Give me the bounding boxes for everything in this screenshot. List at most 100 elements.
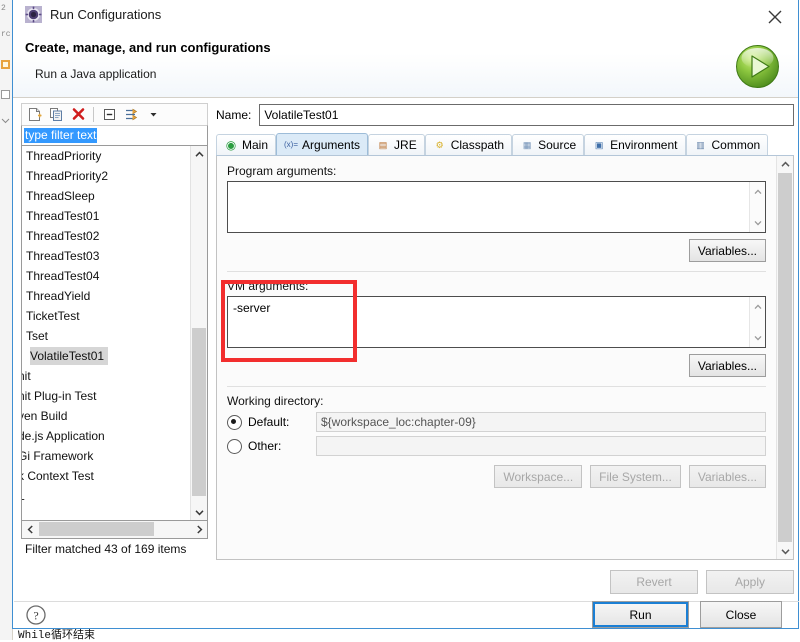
other-label: Other: xyxy=(248,439,282,453)
close-button[interactable]: Close xyxy=(700,601,782,628)
tree-item[interactable]: ven Build xyxy=(22,406,191,426)
name-label: Name: xyxy=(216,108,252,122)
scroll-up-icon[interactable] xyxy=(750,299,765,314)
classpath-icon: ⚙ xyxy=(435,139,444,150)
working-dir-variables-button[interactable]: Variables... xyxy=(688,465,766,488)
tree-item[interactable]: ThreadSleep xyxy=(22,186,191,206)
scroll-right-icon[interactable] xyxy=(191,521,207,537)
delete-red-x-icon[interactable] xyxy=(68,105,88,124)
tab-common[interactable]: ▥ Common xyxy=(685,134,769,155)
vm-variables-button[interactable]: Variables... xyxy=(688,354,766,377)
working-directory-default-row: Default: ${workspace_loc:chapter-09} xyxy=(227,411,766,433)
default-label: Default: xyxy=(248,415,290,429)
common-icon: ▥ xyxy=(696,139,705,150)
section-divider xyxy=(227,386,766,387)
program-arguments-buttons: Variables... xyxy=(227,239,766,262)
tree-scroll-thumb[interactable] xyxy=(192,328,206,496)
collapse-all-icon[interactable] xyxy=(99,105,119,124)
close-icon[interactable] xyxy=(764,6,786,28)
main-green-circle-icon: ◉ xyxy=(225,138,237,152)
chevron-down-icon[interactable] xyxy=(143,105,163,124)
other-directory-input[interactable] xyxy=(316,436,766,456)
tree-item-label-selected: VolatileTest01 xyxy=(30,347,109,365)
vm-arguments-label: VM arguments: xyxy=(227,279,309,293)
run-configurations-icon xyxy=(25,6,42,23)
run-button[interactable]: Run xyxy=(592,601,689,628)
file-system-button[interactable]: File System... xyxy=(590,465,681,488)
new-document-icon[interactable] xyxy=(24,105,44,124)
configurations-tree-list[interactable]: ThreadPriority ThreadPriority2 ThreadSleep… xyxy=(22,146,191,520)
tree-item[interactable]: ThreadTest03 xyxy=(22,246,191,266)
tree-item[interactable]: ThreadPriority2 xyxy=(22,166,191,186)
tree-item[interactable]: Gi Framework xyxy=(22,446,191,466)
tab-label: Main xyxy=(242,138,269,152)
working-directory-other-row: Other: xyxy=(227,435,766,457)
tree-item[interactable]: nit xyxy=(22,366,191,386)
revert-button[interactable]: Revert xyxy=(610,570,698,594)
scroll-down-icon[interactable] xyxy=(750,215,765,230)
tab-panel-scrollbar[interactable] xyxy=(776,156,793,559)
workspace-button[interactable]: Workspace... xyxy=(494,465,583,488)
vm-arguments-value: -server xyxy=(233,301,271,315)
apply-button[interactable]: Apply xyxy=(706,570,794,594)
hscroll-thumb[interactable] xyxy=(39,522,154,536)
arguments-variable-icon: (x)= xyxy=(284,140,299,149)
tree-horizontal-scrollbar[interactable] xyxy=(21,521,208,539)
tree-item[interactable]: TicketTest xyxy=(22,306,191,326)
green-run-play-icon xyxy=(735,44,780,89)
tree-item[interactable]: VolatileTest01 xyxy=(22,346,191,366)
tab-label: JRE xyxy=(394,138,417,152)
scroll-up-icon[interactable] xyxy=(777,156,793,172)
copy-icon[interactable] xyxy=(46,105,66,124)
tab-main[interactable]: ◉ Main xyxy=(216,134,277,155)
configuration-tabs[interactable]: ◉ Main (x)= Arguments ▤ JRE ⚙ Classpath ▦ Source ▣… xyxy=(216,133,794,156)
tree-item[interactable]: k Context Test xyxy=(22,466,191,486)
default-directory-value: ${workspace_loc:chapter-09} xyxy=(316,412,766,432)
toolbar-separator xyxy=(93,107,94,122)
tab-classpath[interactable]: ⚙ Classpath xyxy=(424,134,513,155)
jre-icon: ▤ xyxy=(378,139,388,150)
tab-label: Environment xyxy=(610,138,678,152)
scroll-up-icon[interactable] xyxy=(750,184,765,199)
tab-arguments[interactable]: (x)= Arguments xyxy=(276,133,369,155)
tree-item[interactable]: ThreadTest02 xyxy=(22,226,191,246)
scroll-left-icon[interactable] xyxy=(22,521,38,537)
program-arguments-field[interactable] xyxy=(227,181,766,233)
tree-item[interactable]: nit Plug-in Test xyxy=(22,386,191,406)
tree-item[interactable]: ThreadTest01 xyxy=(22,206,191,226)
tree-item[interactable]: de.js Application xyxy=(22,426,191,446)
default-radio[interactable] xyxy=(227,414,242,430)
gutter-chevron-icon xyxy=(1,114,10,124)
arguments-content: Program arguments: Variables... VM argum… xyxy=(217,156,776,559)
vm-arguments-field[interactable]: -server xyxy=(227,296,766,348)
tab-environment[interactable]: ▣ Environment xyxy=(584,134,686,155)
page-title: Create, manage, and run configurations xyxy=(25,40,271,55)
tree-item[interactable]: ThreadPriority xyxy=(22,146,191,166)
filter-icon[interactable] xyxy=(121,105,141,124)
tab-source[interactable]: ▦ Source xyxy=(512,134,585,155)
scroll-down-icon[interactable] xyxy=(777,543,793,559)
tab-jre[interactable]: ▤ JRE xyxy=(368,134,425,155)
tree-item[interactable]: ThreadTest04 xyxy=(22,266,191,286)
name-input[interactable] xyxy=(259,104,794,126)
scroll-down-icon[interactable] xyxy=(191,504,207,520)
scroll-down-icon[interactable] xyxy=(750,330,765,345)
program-arguments-scrollbar[interactable] xyxy=(749,182,765,232)
help-question-icon[interactable]: ? xyxy=(25,604,47,626)
tree-item[interactable]: L xyxy=(22,486,191,506)
tree-item[interactable]: Tset xyxy=(22,326,191,346)
filter-status-text: Filter matched 43 of 169 items xyxy=(25,542,187,556)
gutter-line-number: rc xyxy=(1,30,11,39)
vm-arguments-scrollbar[interactable] xyxy=(749,297,765,347)
vm-arguments-buttons: Variables... xyxy=(227,354,766,377)
search-input[interactable]: type filter text xyxy=(21,125,208,146)
gutter-line-number: 2 xyxy=(1,4,6,13)
revert-apply-row: Revert Apply xyxy=(610,570,794,594)
other-radio[interactable] xyxy=(227,438,242,454)
configurations-tree[interactable]: ThreadPriority ThreadPriority2 ThreadSleep… xyxy=(21,146,208,521)
program-variables-button[interactable]: Variables... xyxy=(688,239,766,262)
scroll-up-icon[interactable] xyxy=(191,146,207,162)
tree-vertical-scrollbar[interactable] xyxy=(190,146,207,520)
tab-panel-scroll-thumb[interactable] xyxy=(778,173,792,542)
tree-item[interactable]: ThreadYield xyxy=(22,286,191,306)
